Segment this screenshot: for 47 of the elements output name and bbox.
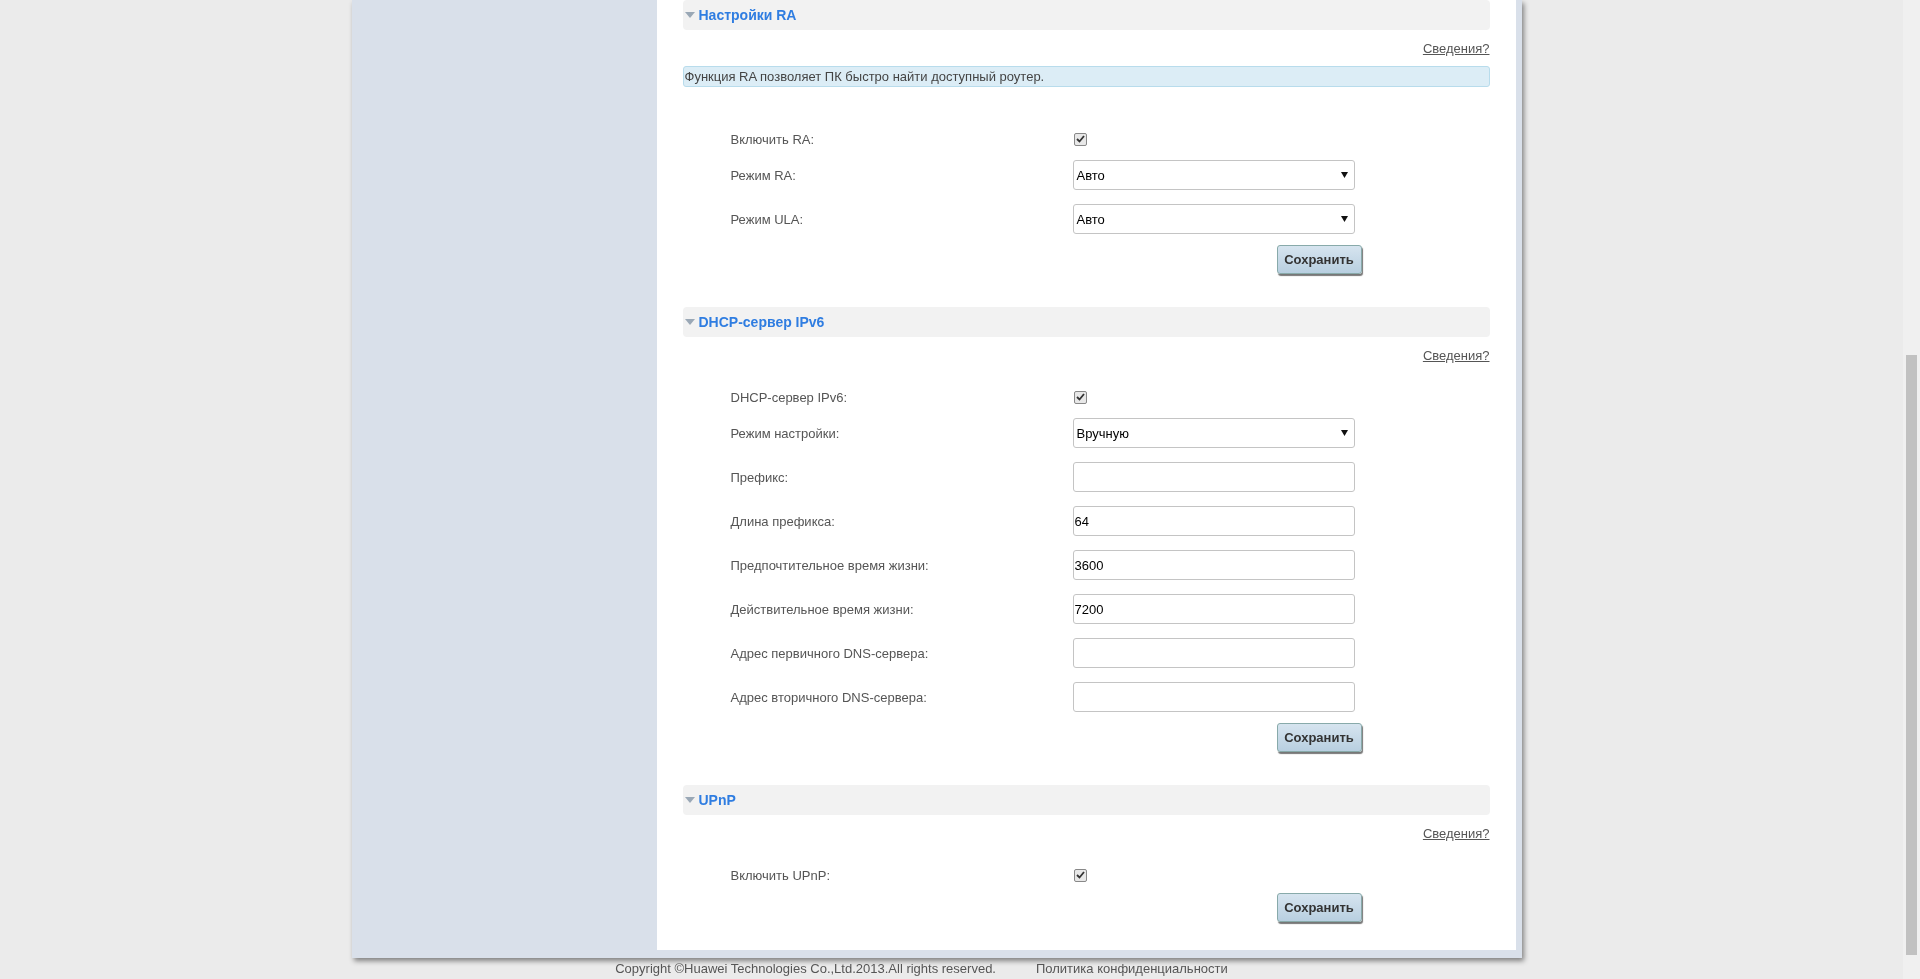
section-title: UPnP <box>698 792 736 808</box>
checkbox[interactable] <box>1073 390 1087 404</box>
field-label: Режим ULA: <box>730 211 805 227</box>
scrollbar[interactable] <box>1903 0 1920 979</box>
privacy-link[interactable]: Политика конфиденциальности <box>1036 961 1228 976</box>
save-button[interactable]: Сохранить <box>1276 893 1362 922</box>
field-label: Режим настройки: <box>730 425 841 441</box>
input-field[interactable]: 3600 <box>1072 550 1355 580</box>
field-label: Режим RA: <box>730 167 797 183</box>
dropdown-caret-icon <box>1340 216 1348 222</box>
expand-arrow-icon[interactable] <box>684 797 695 803</box>
section-header[interactable]: DHCP-сервер IPv6 <box>682 307 1490 337</box>
field-label: Длина префикса: <box>730 513 836 529</box>
scrollbar-thumb[interactable] <box>1906 355 1917 955</box>
section-title: Настройки RA <box>698 7 797 23</box>
field-label: Включить RA: <box>730 131 816 147</box>
input-field[interactable]: 7200 <box>1072 594 1355 624</box>
field-label: Префикс: <box>730 469 790 485</box>
field-label: Адрес вторичного DNS-сервера: <box>730 689 928 705</box>
info-link[interactable]: Сведения? <box>1422 41 1490 56</box>
input-field[interactable] <box>1072 682 1355 712</box>
copyright-text: Copyright ©Huawei Technologies Co.,Ltd.2013.All rights reserved. <box>615 961 996 976</box>
dropdown-select[interactable]: Авто <box>1072 160 1355 190</box>
dropdown-caret-icon <box>1340 430 1348 436</box>
input-field[interactable] <box>1072 638 1355 668</box>
info-link[interactable]: Сведения? <box>1422 348 1490 363</box>
field-label: Адрес первичного DNS-сервера: <box>730 645 930 661</box>
dropdown-select[interactable]: Авто <box>1072 204 1355 234</box>
save-button[interactable]: Сохранить <box>1276 245 1362 274</box>
field-label: Предпочтительное время жизни: <box>730 557 930 573</box>
info-link[interactable]: Сведения? <box>1422 826 1490 841</box>
input-field[interactable]: 64 <box>1072 506 1355 536</box>
section-title: DHCP-сервер IPv6 <box>698 314 825 330</box>
input-field[interactable] <box>1072 462 1355 492</box>
section-header[interactable]: UPnP <box>682 785 1490 815</box>
checkbox[interactable] <box>1073 868 1087 882</box>
expand-arrow-icon[interactable] <box>684 12 695 18</box>
section-header[interactable]: Настройки RA <box>682 0 1490 30</box>
field-label: Действительное время жизни: <box>730 601 915 617</box>
dropdown-select[interactable]: Вручную <box>1072 418 1355 448</box>
checkbox[interactable] <box>1073 132 1087 146</box>
save-button[interactable]: Сохранить <box>1276 723 1362 752</box>
field-label: DHCP-сервер IPv6: <box>730 389 849 405</box>
info-note: Функция RA позволяет ПК быстро найти доступный роутер. <box>682 66 1490 87</box>
expand-arrow-icon[interactable] <box>684 319 695 325</box>
dropdown-caret-icon <box>1340 172 1348 178</box>
field-label: Включить UPnP: <box>730 867 831 883</box>
